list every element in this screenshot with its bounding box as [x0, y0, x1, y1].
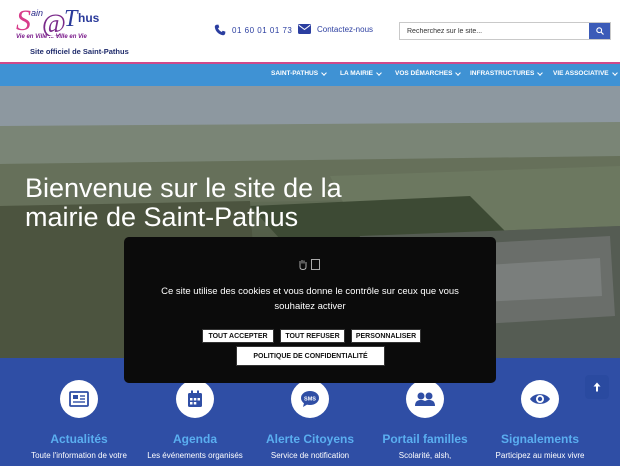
arrow-up-icon: [593, 382, 601, 392]
svg-text:SMS: SMS: [304, 397, 316, 403]
cookie-message: Ce site utilise des cookies et vous donn…: [161, 286, 459, 312]
chevron-down-icon: [376, 69, 382, 76]
feature-desc: Scolarité, alsh,: [398, 451, 452, 460]
nav-item-vos-demarches[interactable]: VOS DÉMARCHES: [395, 69, 462, 77]
chevron-down-icon: [611, 69, 618, 76]
chevron-down-icon: [537, 69, 544, 76]
svg-text:hus: hus: [78, 11, 100, 25]
users-icon: [415, 392, 435, 406]
chevron-down-icon: [455, 69, 462, 76]
nav-item-vie-associative[interactable]: VIE ASSOCIATIVE: [553, 69, 618, 77]
document-icon: [311, 259, 320, 270]
feature-title: Actualités: [50, 432, 108, 446]
accept-all-button[interactable]: TOUT ACCEPTER: [202, 329, 274, 343]
nav-label: INFRASTRUCTURES: [470, 70, 535, 77]
feature-title: Signalements: [500, 432, 580, 446]
feature-icon-circle: [60, 380, 98, 418]
contact-link[interactable]: Contactez-nous: [298, 24, 373, 34]
feature-alerte-citoyens[interactable]: SMS Alerte Citoyens Service de notificat…: [252, 380, 368, 460]
nav-label: LA MAIRIE: [340, 70, 373, 77]
main-nav: SAINT-PATHUS LA MAIRIE VOS DÉMARCHES INF…: [0, 62, 620, 86]
privacy-policy-button[interactable]: POLITIQUE DE CONFIDENTIALITÉ: [236, 346, 385, 366]
scroll-top-button[interactable]: [585, 375, 609, 399]
feature-portail-familles[interactable]: Portail familles Scolarité, alsh,: [367, 380, 483, 460]
search-form: [399, 22, 611, 40]
feature-desc: Participez au mieux vivre: [495, 451, 585, 460]
logo-tagline: Vie en Ville ... Ville en Vie: [16, 34, 87, 40]
feature-icon-circle: [406, 380, 444, 418]
feature-title: Portail familles: [382, 432, 468, 446]
cookie-icon: [298, 259, 320, 270]
search-input[interactable]: [400, 23, 589, 39]
sms-bubble-icon: SMS: [301, 391, 319, 407]
chevron-down-icon: [321, 69, 327, 76]
contact-label: Contactez-nous: [317, 24, 374, 34]
nav-label: VIE ASSOCIATIVE: [553, 70, 609, 77]
search-button[interactable]: [589, 23, 610, 39]
eye-icon: [530, 394, 550, 404]
feature-icon-circle: [521, 380, 559, 418]
logo-subtitle: Site officiel de Saint-Pathus: [30, 47, 129, 56]
feature-signalements[interactable]: Signalements Participez au mieux vivre: [482, 380, 598, 460]
calendar-icon: [188, 390, 202, 407]
newspaper-icon: [69, 391, 89, 407]
svg-text:T: T: [64, 6, 79, 32]
phone-icon: [214, 24, 226, 36]
nav-item-saint-pathus[interactable]: SAINT-PATHUS: [271, 69, 327, 77]
nav-label: SAINT-PATHUS: [271, 70, 319, 77]
feature-icon-circle: [176, 380, 214, 418]
feature-title: Agenda: [172, 432, 217, 446]
nav-label: VOS DÉMARCHES: [395, 70, 453, 77]
site-header: S ain @ T hus Vie en Ville ... Ville en …: [0, 0, 620, 62]
feature-title: Alerte Citoyens: [265, 432, 355, 446]
svg-text:S: S: [16, 4, 31, 36]
cookie-consent-banner: Ce site utilise des cookies et vous donn…: [124, 237, 496, 383]
logo-wordmark: S ain @ T hus: [16, 4, 100, 36]
nav-item-infrastructures[interactable]: INFRASTRUCTURES: [470, 69, 544, 77]
customize-button[interactable]: PERSONNALISER: [351, 329, 421, 343]
site-logo[interactable]: S ain @ T hus Vie en Ville ... Ville en …: [16, 2, 129, 60]
phone-link[interactable]: 01 60 01 01 73: [214, 24, 292, 36]
feature-actualites[interactable]: Actualités Toute l'information de votre: [21, 380, 137, 460]
feature-icon-circle: SMS: [291, 380, 329, 418]
svg-text:@: @: [42, 9, 66, 36]
search-icon: [595, 27, 604, 35]
feature-desc: Toute l'information de votre: [31, 451, 127, 460]
phone-number: 01 60 01 01 73: [232, 25, 293, 35]
nav-item-la-mairie[interactable]: LA MAIRIE: [340, 69, 382, 77]
hero-title: Bienvenue sur le site de la mairie de Sa…: [25, 173, 342, 232]
hand-icon: [299, 260, 307, 270]
feature-desc: Service de notification: [270, 451, 350, 460]
envelope-icon: [298, 24, 311, 34]
feature-agenda[interactable]: Agenda Les événements organisés: [137, 380, 253, 460]
refuse-all-button[interactable]: TOUT REFUSER: [280, 329, 345, 343]
feature-desc: Les événements organisés: [147, 451, 243, 460]
